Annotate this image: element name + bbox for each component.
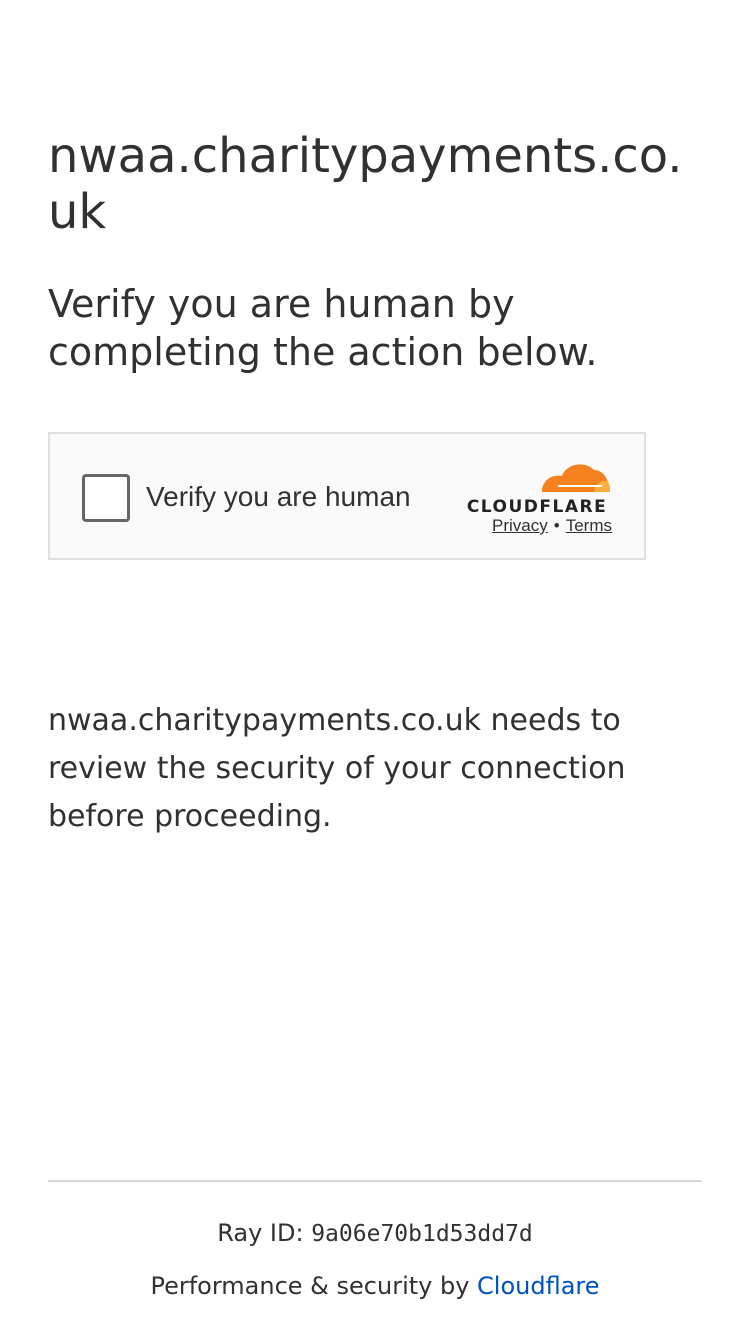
turnstile-widget: Verify you are human CLOUDFLARE Privacy •… [48, 432, 646, 560]
cloudflare-brand: CLOUDFLARE Privacy • Terms [462, 456, 612, 540]
main-content: nwaa.charitypayments.co.uk Verify you ar… [48, 128, 708, 376]
cloudflare-logo-icon: CLOUDFLARE [467, 464, 610, 517]
security-description: nwaa.charitypayments.co.uk needs to revi… [48, 703, 626, 834]
cloudflare-link[interactable]: Cloudflare [477, 1272, 599, 1300]
ray-id-value: 9a06e70b1d53dd7d [311, 1221, 533, 1247]
privacy-link[interactable]: Privacy [492, 516, 548, 535]
performance-line: Performance & security by Cloudflare [48, 1271, 702, 1301]
site-title: nwaa.charitypayments.co.uk [48, 128, 683, 240]
challenge-page: nwaa.charitypayments.co.uk Verify you ar… [0, 0, 750, 1334]
terms-link[interactable]: Terms [566, 516, 612, 535]
cloudflare-links: Privacy • Terms [492, 516, 612, 536]
verify-checkbox-label[interactable]: Verify you are human [146, 480, 411, 514]
footer: Ray ID: 9a06e70b1d53dd7d Performance & s… [48, 1180, 702, 1301]
page-subtitle: Verify you are human by completing the a… [48, 282, 598, 374]
ray-id-prefix: Ray ID: [217, 1219, 312, 1247]
verify-checkbox[interactable] [82, 474, 130, 522]
cloudflare-wordmark: CLOUDFLARE [467, 497, 607, 517]
ray-id-line: Ray ID: 9a06e70b1d53dd7d [48, 1218, 702, 1249]
performance-prefix: Performance & security by [150, 1272, 478, 1300]
links-separator: • [553, 516, 560, 535]
